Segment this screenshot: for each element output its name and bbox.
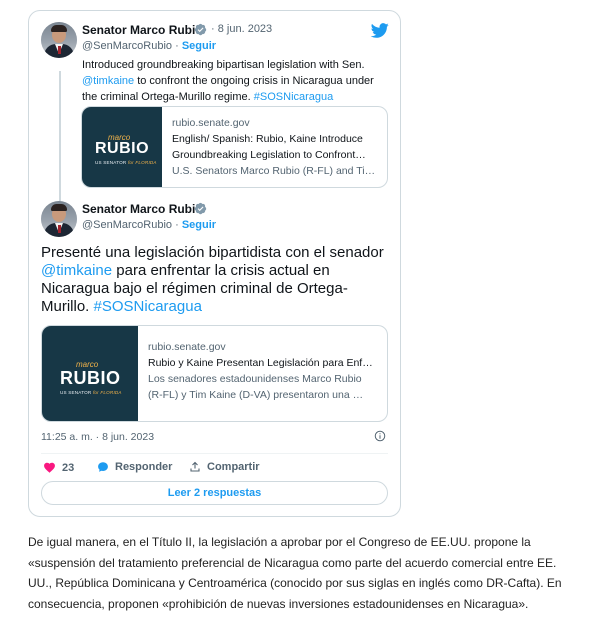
article-paragraph: De igual manera, en el Título II, la leg… xyxy=(28,535,562,611)
tweet-text-line: Murillo. xyxy=(41,298,94,315)
like-count: 23 xyxy=(62,461,75,474)
reply-button[interactable]: Responder xyxy=(97,461,172,473)
tweet-text: Presenté una legislación bipartidista co… xyxy=(41,244,391,316)
tweet-meta: · 8 jun. 2023 xyxy=(211,23,272,35)
tweet-text-line: Nicaragua bajo el régimen criminal de Or… xyxy=(41,280,348,297)
link-title: English/ Spanish: Rubio, Kaine Introduce xyxy=(172,133,363,145)
thumb-subtitle: US SENATOR for FLORIDA xyxy=(60,390,122,395)
read-replies-button[interactable]: Leer 2 respuestas xyxy=(41,481,388,505)
twitter-bird-icon[interactable] xyxy=(370,21,389,40)
share-icon xyxy=(190,461,200,472)
thumb-name: RUBIO xyxy=(95,140,150,157)
author-handle[interactable]: @SenMarcoRubio xyxy=(82,40,172,52)
embedded-tweet-card[interactable]: Senator Marco Rubio · 8 jun. 2023 @SenMa… xyxy=(28,10,401,517)
follow-button[interactable]: Seguir xyxy=(182,219,216,231)
link-domain: rubio.senate.gov xyxy=(148,341,226,353)
mention-link[interactable]: @timkaine xyxy=(41,262,112,279)
share-button[interactable]: Compartir xyxy=(189,461,260,473)
thumb-subtitle: US SENATOR for FLORIDA xyxy=(95,160,157,165)
author-name[interactable]: Senator Marco Rubio xyxy=(82,202,203,216)
hashtag-link[interactable]: #SOSNicaragua xyxy=(254,91,334,103)
tweet-text-line: to confront the ongoing crisis in Nicara… xyxy=(134,75,374,87)
link-description: U.S. Senators Marco Rubio (R-FL) and Ti… xyxy=(172,165,376,177)
tweet-timestamp[interactable]: 11:25 a. m. · 8 jun. 2023 xyxy=(41,431,154,443)
link-preview-card[interactable]: marco RUBIO US SENATOR for FLORIDA rubio… xyxy=(81,106,388,188)
link-thumbnail: marco RUBIO US SENATOR for FLORIDA xyxy=(42,326,138,421)
author-handle[interactable]: @SenMarcoRubio xyxy=(82,219,172,231)
share-label: Compartir xyxy=(207,461,260,473)
mention-link[interactable]: @timkaine xyxy=(82,75,134,87)
author-handle-row: @SenMarcoRubio · Seguir xyxy=(82,40,216,52)
hashtag-link[interactable]: #SOSNicaragua xyxy=(94,298,202,315)
thumb-name: RUBIO xyxy=(60,368,121,388)
heart-icon xyxy=(44,462,55,473)
handle-separator: · xyxy=(175,40,179,52)
reply-label: Responder xyxy=(115,461,173,473)
link-description: Los senadores estadounidenses Marco Rubi… xyxy=(148,373,362,385)
verified-badge-icon xyxy=(194,23,207,36)
meta-separator: · xyxy=(211,23,215,35)
tweet-date[interactable]: 8 jun. 2023 xyxy=(218,23,272,35)
follow-button[interactable]: Seguir xyxy=(182,40,216,52)
info-icon[interactable] xyxy=(374,430,386,442)
tweet-text-line: para enfrentar la crisis actual en xyxy=(112,262,330,279)
verified-badge-icon xyxy=(194,202,207,215)
avatar[interactable] xyxy=(41,201,77,237)
like-button[interactable]: 23 xyxy=(43,461,74,474)
handle-separator: · xyxy=(175,219,179,231)
link-thumbnail: marco RUBIO US SENATOR for FLORIDA xyxy=(82,107,162,187)
speech-bubble-icon xyxy=(98,462,108,472)
link-domain: rubio.senate.gov xyxy=(172,117,250,129)
author-name[interactable]: Senator Marco Rubio xyxy=(82,23,203,37)
link-title: Groundbreaking Legislation to Confront… xyxy=(172,149,366,161)
tweet-text-line: the criminal Ortega-Murillo regime. xyxy=(82,91,254,103)
author-handle-row: @SenMarcoRubio · Seguir xyxy=(82,219,216,231)
divider xyxy=(41,453,388,454)
link-title: Rubio y Kaine Presentan Legislación para… xyxy=(148,357,373,369)
thread-line xyxy=(59,71,61,203)
link-preview-card[interactable]: marco RUBIO US SENATOR for FLORIDA rubio… xyxy=(41,325,388,422)
tweet-text: Introduced groundbreaking bipartisan leg… xyxy=(82,57,392,105)
link-description: (R-FL) y Tim Kaine (D-VA) presentaron un… xyxy=(148,389,364,401)
avatar[interactable] xyxy=(41,22,77,58)
tweet-text-line: Introduced groundbreaking bipartisan leg… xyxy=(82,59,365,71)
tweet-text-line: Presenté una legislación bipartidista co… xyxy=(41,244,384,261)
